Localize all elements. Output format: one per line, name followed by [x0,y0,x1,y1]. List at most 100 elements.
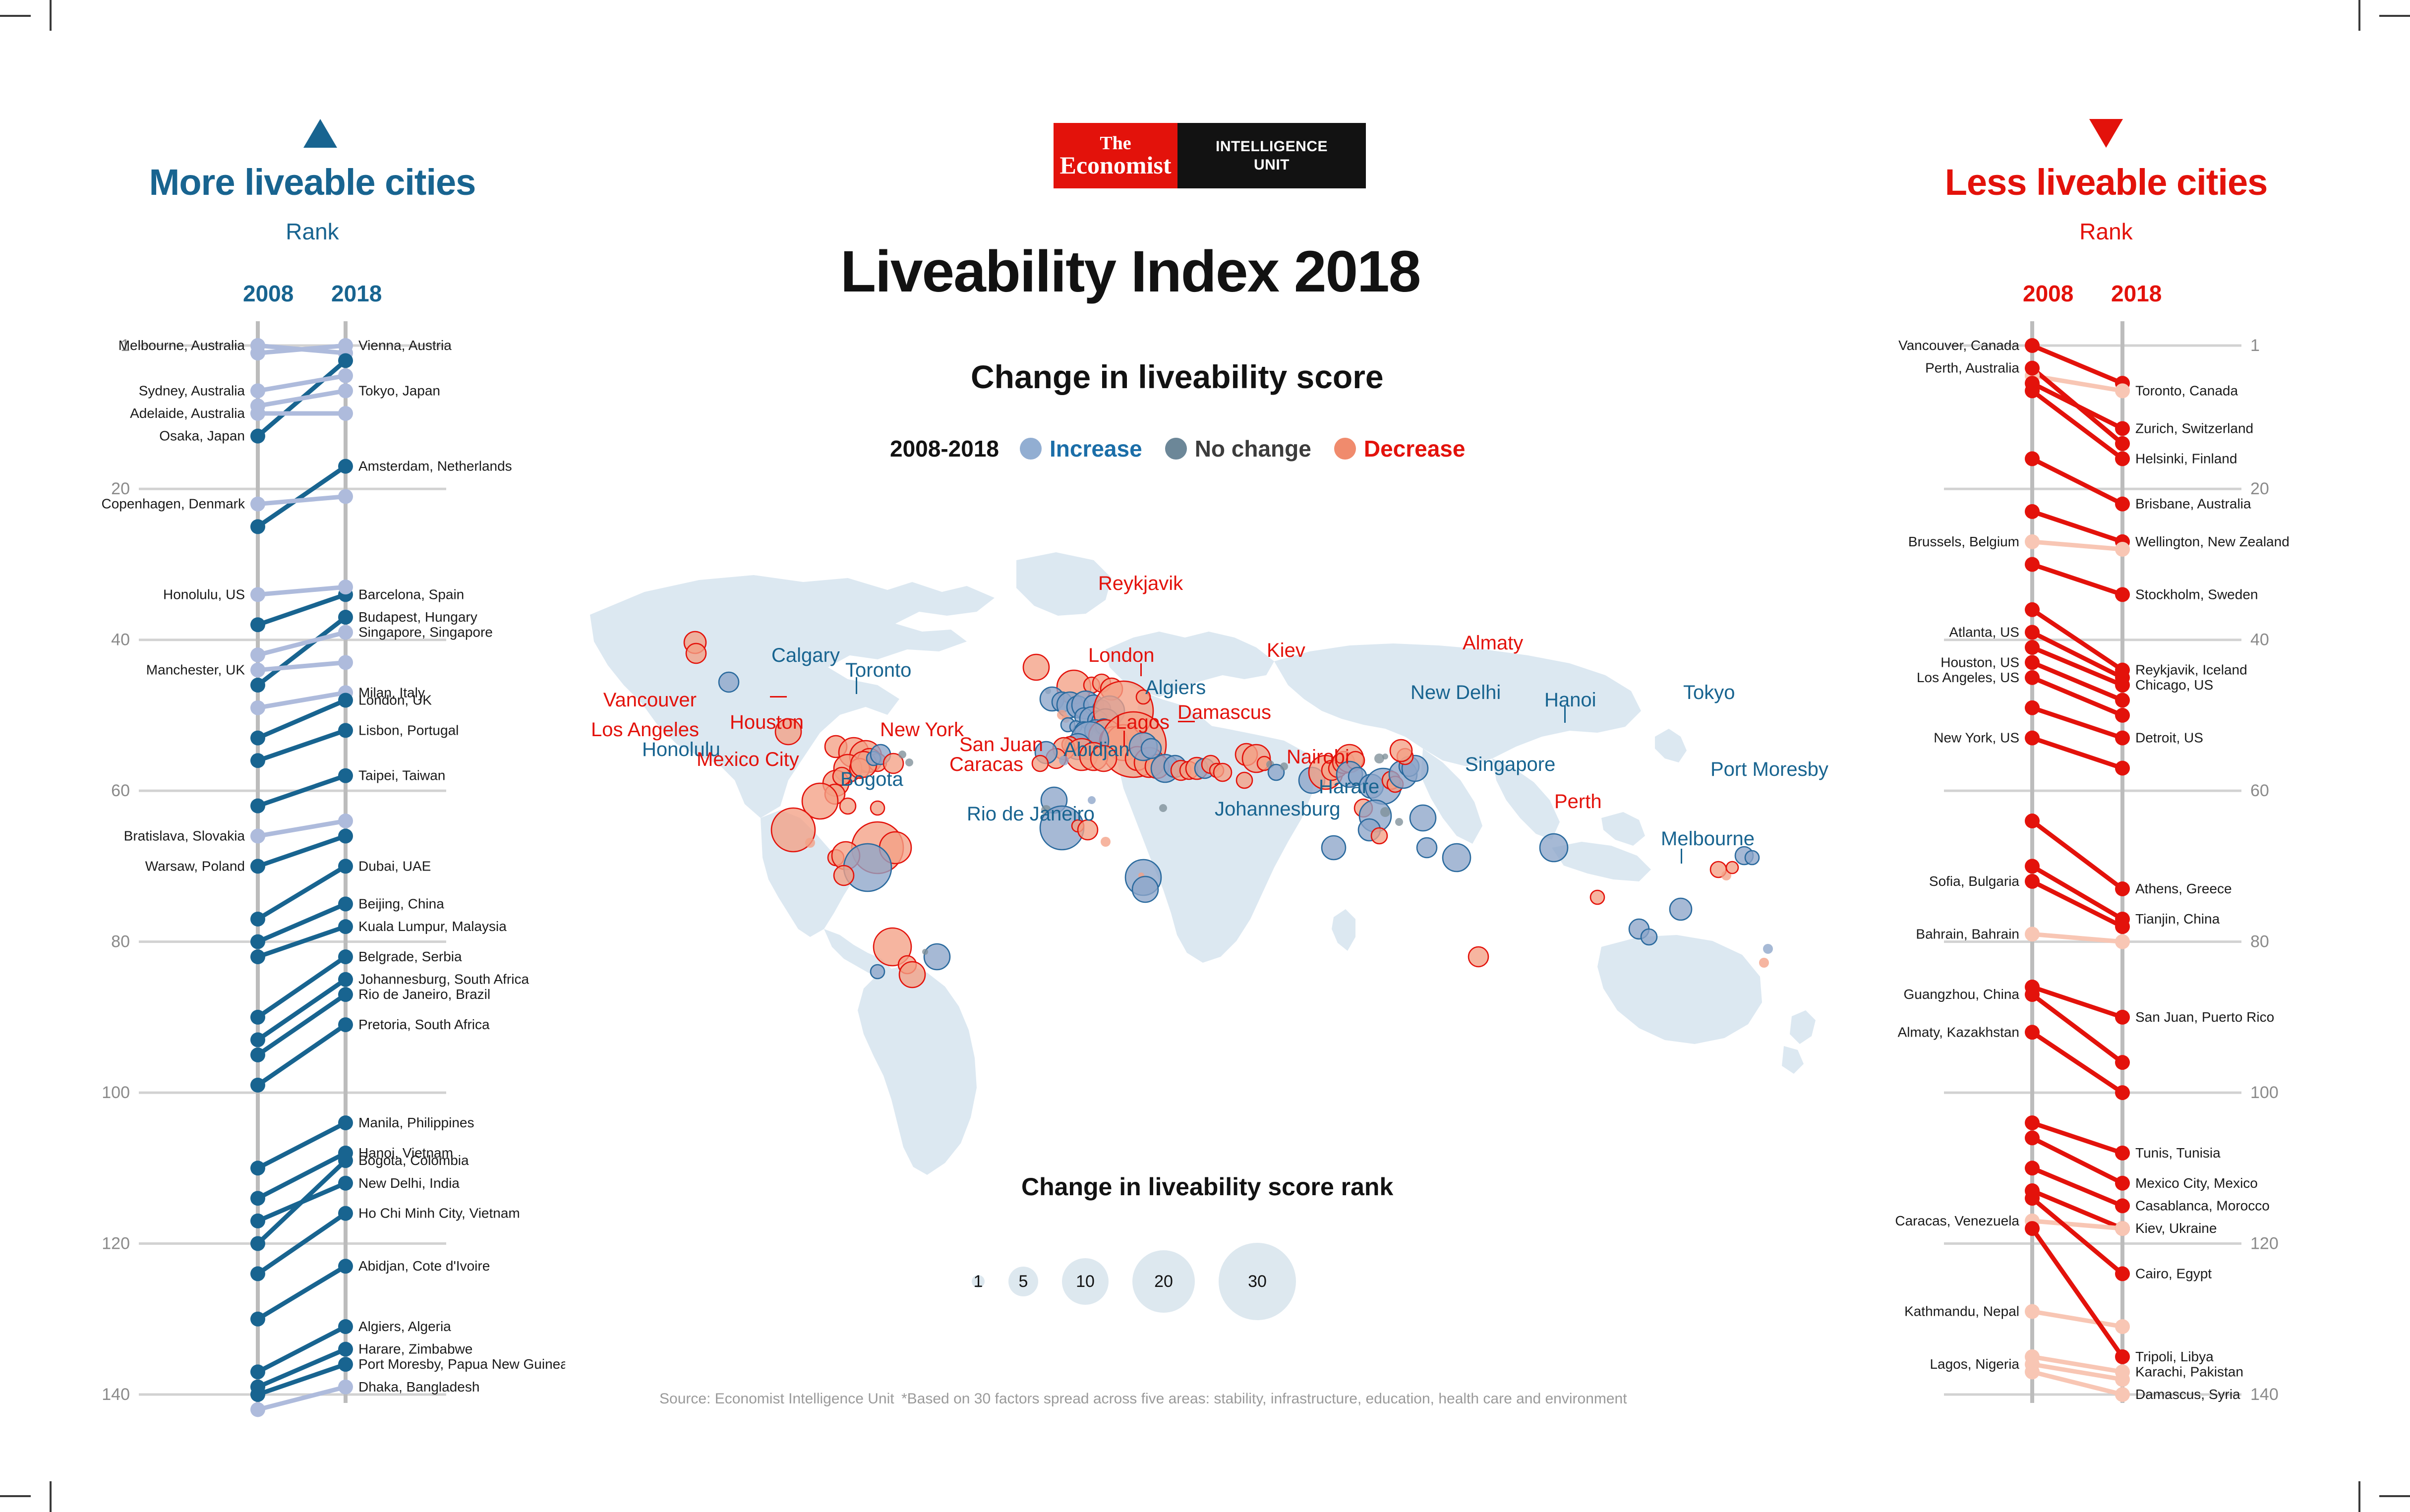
map-bubble [1321,835,1347,861]
city-label: Copenhagen, Denmark [101,496,245,512]
city-label: Lagos, Nigeria [1930,1356,2019,1372]
slope-point-2018 [338,1379,353,1395]
slope-point-2018 [2115,1349,2130,1364]
map-bubble [1131,875,1159,903]
map-city-label: Nairobi [1287,746,1350,768]
crop-mark-tl-h [0,15,31,17]
city-label: Bratislava, Slovakia [124,828,245,843]
city-label: Kuala Lumpur, Malaysia [358,919,507,934]
bubble-size-legend: 1 5 10 20 30 [972,1224,1398,1338]
city-label: Zurich, Switzerland [2135,420,2253,436]
legend-label-increase: Increase [1049,436,1142,462]
logo-the: The [1100,133,1131,154]
city-label: Belgrade, Serbia [358,949,462,964]
slope-point-2008 [250,934,265,949]
economist-intelligence-unit-logo: The Economist INTELLIGENCE UNIT [1054,123,1366,188]
slope-line [255,818,348,838]
slope-point-2008 [250,496,265,512]
map-bubble [870,800,885,816]
city-label: Detroit, US [2135,730,2203,746]
slope-point-2018 [2115,587,2130,602]
bubble-legend-circle: 30 [1219,1243,1296,1320]
map-city-label: Caracas [949,754,1023,775]
left-slope-chart: 120406080100120140 Vienna, AustriaMelbou… [101,321,565,1417]
slope-point-2008 [2025,987,2040,1002]
city-label: Tunis, Tunisia [2135,1145,2221,1161]
map-label-leader-line [1564,706,1566,723]
slope-point-2008 [250,383,265,399]
map-bubble [1031,755,1049,772]
city-label: Warsaw, Poland [145,858,245,873]
map-bubble [1213,762,1233,782]
slope-point-2008 [2025,1364,2040,1380]
legend-label-decrease: Decrease [1363,436,1466,462]
slope-point-2018 [2115,436,2130,451]
slope-point-2008 [2025,504,2040,519]
slope-line [2030,1120,2125,1156]
slope-point-2008 [250,859,265,874]
slope-point-2008 [2025,1025,2040,1040]
slope-line [2030,562,2125,597]
map-bubble [1409,804,1437,832]
city-label: Sofia, Bulgaria [1929,873,2020,889]
slope-line [2030,1309,2125,1329]
city-label: Melbourne, Australia [118,338,245,353]
slope-point-2018 [338,768,353,783]
rank-tick-label: 140 [102,1385,130,1404]
rank-tick-label: 120 [2250,1234,2279,1253]
slope-point-2018 [2115,1387,2130,1402]
slope-line [255,592,348,627]
slope-point-2008 [250,406,265,421]
city-label: Casablanca, Morocco [2135,1198,2270,1213]
city-label: Kathmandu, Nepal [1904,1304,2019,1319]
city-label: Vienna, Austria [358,338,452,353]
map-city-label: Mexico City [697,749,799,770]
slope-line [255,992,348,1057]
map-city-label: San Juan [959,734,1044,756]
slope-line [255,373,348,393]
slope-point-2018 [2115,881,2130,897]
map-label-leader-line [770,696,787,698]
slope-point-2008 [2025,602,2040,617]
slope-point-2018 [338,1017,353,1033]
map-bubble [1763,944,1773,954]
map-city-label: Bogota [840,768,903,790]
city-label: Honolulu, US [163,586,245,602]
slope-line [2030,736,2125,770]
logo-unit: UNIT [1254,157,1290,173]
slope-line [255,1324,348,1374]
map-bubble [1380,807,1390,817]
legend-item-increase: Increase [1019,435,1142,462]
rank-tick-label: 40 [111,631,130,649]
slope-point-2018 [338,610,353,625]
slope-point-2008 [2025,670,2040,685]
slope-point-2008 [250,1311,265,1327]
slope-point-2008 [250,1236,265,1251]
right-slope-chart: 120406080100120140 Vancouver, CanadaToro… [1895,321,2290,1404]
slope-line [2030,388,2125,461]
world-map [590,552,1816,1175]
slope-point-2008 [250,1077,265,1093]
city-label: Manila, Philippines [358,1115,474,1130]
slope-line [255,833,348,869]
slope-point-2008 [250,1032,265,1047]
bubble-legend-circle: 20 [1132,1250,1195,1313]
slope-point-2018 [2115,1175,2130,1191]
slope-point-2008 [250,1387,265,1402]
slope-point-2008 [2025,700,2040,715]
slope-point-2008 [250,1161,265,1176]
map-bubble [1389,739,1413,762]
slope-point-2008 [250,1266,265,1281]
map-bubble [1370,827,1388,845]
slope-point-2018 [338,972,353,987]
right-year-2008-label: 2008 [2023,281,2074,306]
map-city-label: London [1088,644,1155,666]
slope-point-2018 [2115,1145,2130,1161]
slope-point-2008 [250,1364,265,1380]
rank-tick-label: 40 [2250,631,2269,649]
city-label: Los Angeles, US [1917,670,2019,685]
city-label: New Delhi, India [358,1175,460,1191]
slope-line [2030,456,2125,507]
city-label: Tianjin, China [2135,911,2220,927]
slope-point-2018 [2115,1266,2130,1281]
